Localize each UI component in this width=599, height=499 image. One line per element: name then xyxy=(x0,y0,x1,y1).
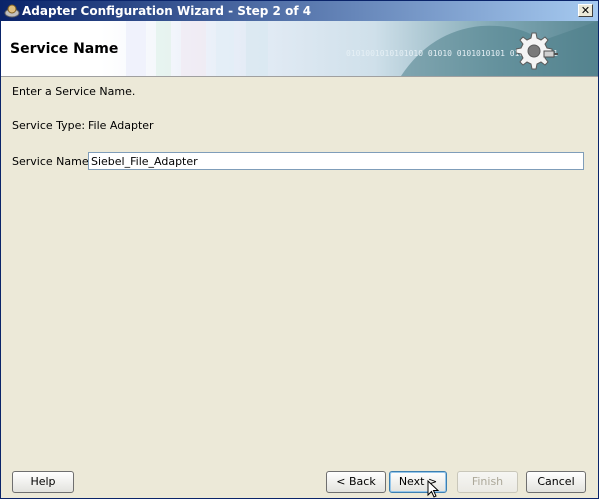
title-bar[interactable]: Adapter Configuration Wizard - Step 2 of… xyxy=(1,1,598,21)
finish-button: Finish xyxy=(457,471,518,493)
page-title: Service Name xyxy=(10,41,119,57)
window-title: Adapter Configuration Wizard - Step 2 of… xyxy=(22,4,312,18)
cancel-button[interactable]: Cancel xyxy=(526,471,586,493)
instruction-text: Enter a Service Name. xyxy=(12,85,136,98)
service-name-input[interactable]: Siebel_File_Adapter xyxy=(88,152,584,170)
app-icon xyxy=(4,3,20,19)
mouse-cursor-icon xyxy=(427,480,440,498)
header-banner: 0101001010101010 01010 0101010101 01010 … xyxy=(1,21,598,77)
back-button[interactable]: < Back xyxy=(326,471,386,493)
wizard-window: Adapter Configuration Wizard - Step 2 of… xyxy=(0,0,599,499)
close-button[interactable]: ✕ xyxy=(578,4,593,17)
help-button[interactable]: Help xyxy=(12,471,74,493)
service-type-value: File Adapter xyxy=(88,119,154,132)
wizard-content: Enter a Service Name. Service Type: File… xyxy=(1,77,598,498)
service-name-label: Service Name: xyxy=(12,155,93,168)
gear-plug-icon xyxy=(516,32,558,70)
service-type-label: Service Type: xyxy=(12,119,86,132)
